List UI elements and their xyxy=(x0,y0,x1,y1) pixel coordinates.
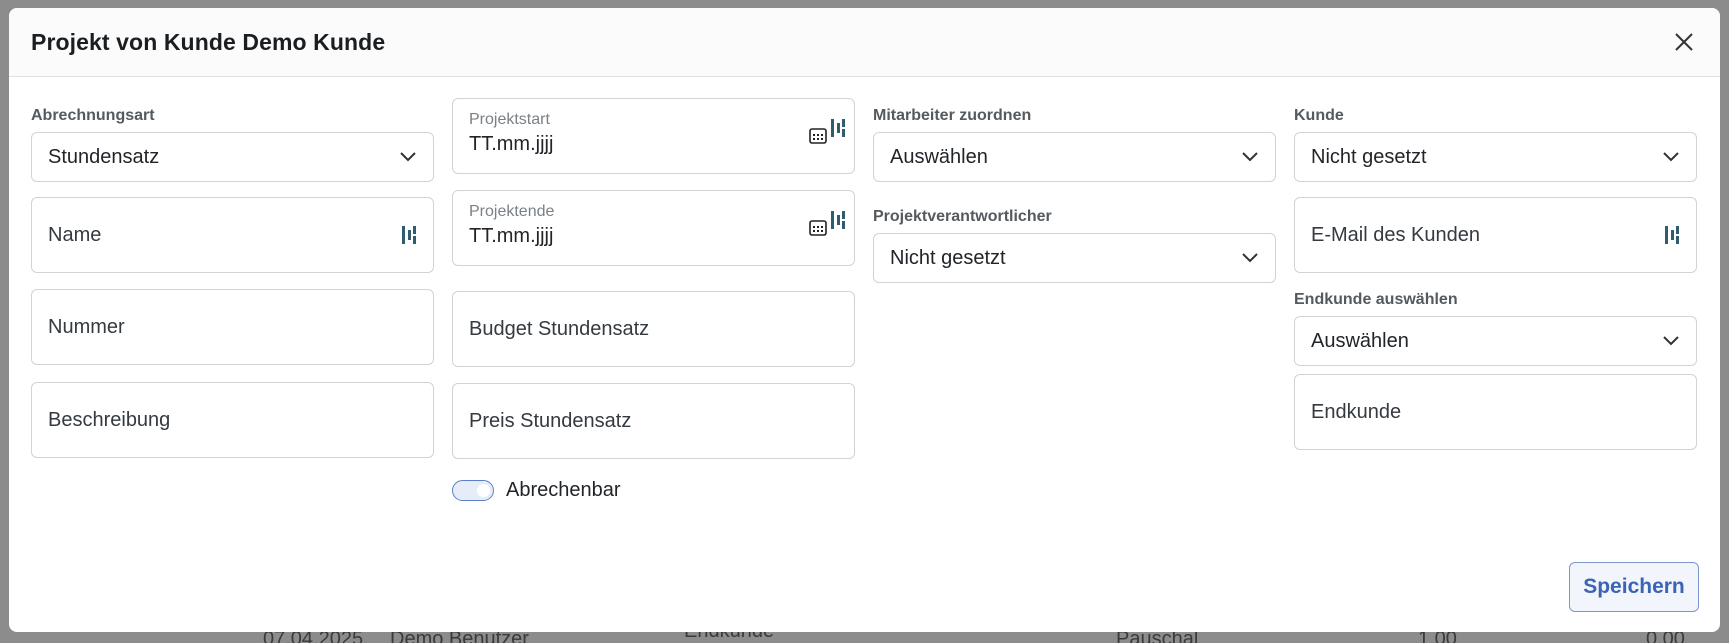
kunde-value: Nicht gesetzt xyxy=(1311,145,1427,168)
abrechnungsart-value: Stundensatz xyxy=(48,145,160,168)
verantwortlicher-label: Projektverantwortlicher xyxy=(873,208,1052,225)
col-right: Kunde Nicht gesetzt E-Mail des Kunden En… xyxy=(1294,106,1697,450)
email-field[interactable]: E-Mail des Kunden xyxy=(1294,197,1697,273)
projektende-field[interactable]: Projektende TT.mm.jjjj xyxy=(452,190,855,266)
mitarbeiter-value: Auswählen xyxy=(890,145,988,168)
kunde-select[interactable]: Nicht gesetzt xyxy=(1294,132,1697,182)
projektende-label: Projektende xyxy=(469,203,555,220)
abrechenbar-toggle[interactable] xyxy=(452,480,494,501)
endkunde-placeholder: Endkunde xyxy=(1311,400,1402,423)
beschreibung-placeholder: Beschreibung xyxy=(48,408,171,431)
close-icon xyxy=(1675,33,1693,51)
chevron-down-icon xyxy=(1242,152,1258,162)
projektstart-field[interactable]: Projektstart TT.mm.jjjj xyxy=(452,98,855,174)
close-button[interactable] xyxy=(1670,28,1698,56)
calendar-icon[interactable] xyxy=(808,217,828,237)
endkunde-select[interactable]: Auswählen xyxy=(1294,316,1697,366)
abrechenbar-label: Abrechenbar xyxy=(506,479,621,501)
abrechenbar-row: Abrechenbar xyxy=(452,479,621,502)
kunde-label: Kunde xyxy=(1294,107,1344,124)
project-modal: Projekt von Kunde Demo Kunde Abrechnungs… xyxy=(9,8,1720,632)
nummer-field[interactable]: Nummer xyxy=(31,289,434,365)
verantwortlicher-select[interactable]: Nicht gesetzt xyxy=(873,233,1276,283)
modal-header: Projekt von Kunde Demo Kunde xyxy=(9,8,1720,77)
projektstart-value: TT.mm.jjjj xyxy=(469,133,554,155)
name-field[interactable]: Name xyxy=(31,197,434,273)
endkunde-field[interactable]: Endkunde xyxy=(1294,374,1697,450)
projektstart-label: Projektstart xyxy=(469,111,550,128)
password-manager-icon xyxy=(831,211,845,229)
preis-stundensatz-field[interactable]: Preis Stundensatz xyxy=(452,383,855,459)
endkunde-select-label: Endkunde auswählen xyxy=(1294,291,1458,308)
verantwortlicher-value: Nicht gesetzt xyxy=(890,246,1006,269)
modal-title: Projekt von Kunde Demo Kunde xyxy=(31,28,386,55)
preis-placeholder: Preis Stundensatz xyxy=(469,409,632,432)
budget-stundensatz-field[interactable]: Budget Stundensatz xyxy=(452,291,855,367)
abrechnungsart-label: Abrechnungsart xyxy=(31,107,155,124)
mitarbeiter-select[interactable]: Auswählen xyxy=(873,132,1276,182)
budget-placeholder: Budget Stundensatz xyxy=(469,317,650,340)
projektende-value: TT.mm.jjjj xyxy=(469,225,554,247)
col-third: Mitarbeiter zuordnen Auswählen Projektve… xyxy=(873,106,1276,283)
email-placeholder: E-Mail des Kunden xyxy=(1311,223,1480,246)
calendar-icon[interactable] xyxy=(808,125,828,145)
beschreibung-field[interactable]: Beschreibung xyxy=(31,382,434,458)
password-manager-icon xyxy=(831,119,845,137)
save-button[interactable]: Speichern xyxy=(1569,562,1699,612)
endkunde-select-value: Auswählen xyxy=(1311,329,1409,352)
abrechnungsart-select[interactable]: Stundensatz xyxy=(31,132,434,182)
chevron-down-icon xyxy=(1242,253,1258,263)
chevron-down-icon xyxy=(1663,336,1679,346)
name-placeholder: Name xyxy=(48,223,102,246)
col-left: Abrechnungsart Stundensatz Name Nummer B… xyxy=(31,106,434,458)
password-manager-icon xyxy=(1665,226,1679,244)
chevron-down-icon xyxy=(400,152,416,162)
nummer-placeholder: Nummer xyxy=(48,315,125,338)
mitarbeiter-label: Mitarbeiter zuordnen xyxy=(873,107,1032,124)
chevron-down-icon xyxy=(1663,152,1679,162)
password-manager-icon xyxy=(402,226,416,244)
